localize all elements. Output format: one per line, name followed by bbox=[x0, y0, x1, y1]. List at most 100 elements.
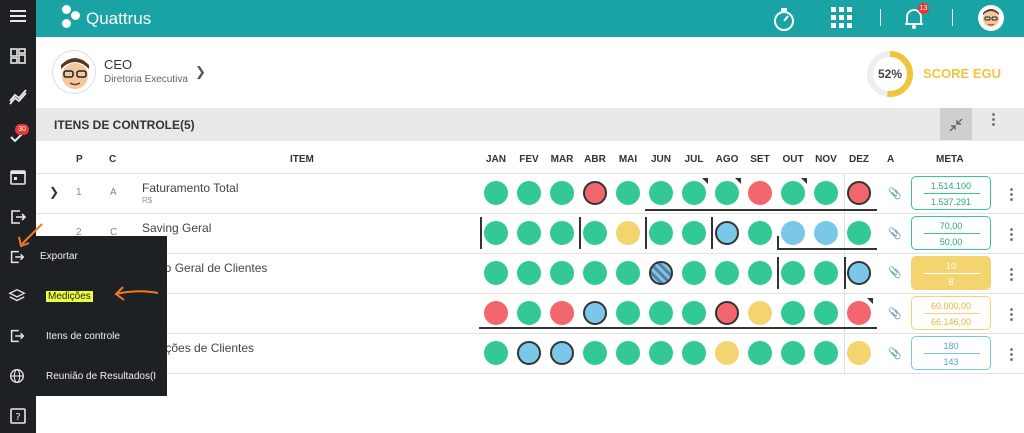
chevron-right-icon[interactable]: ❯ bbox=[195, 64, 206, 80]
row-more-icon[interactable]: ⋮ bbox=[1004, 187, 1019, 202]
status-dot[interactable] bbox=[484, 181, 508, 205]
status-dot[interactable] bbox=[682, 301, 706, 325]
status-dot[interactable] bbox=[814, 341, 838, 365]
row-divider bbox=[36, 293, 1024, 294]
row-more-icon[interactable]: ⋮ bbox=[1004, 307, 1019, 322]
item-name[interactable]: Faturamento Total bbox=[142, 181, 239, 195]
attachment-icon[interactable]: 📎 bbox=[888, 307, 902, 320]
status-dot[interactable] bbox=[748, 301, 772, 325]
status-dot[interactable] bbox=[715, 181, 739, 205]
collapse-button[interactable] bbox=[940, 108, 972, 140]
status-dot[interactable] bbox=[715, 261, 739, 285]
status-dot[interactable] bbox=[715, 301, 739, 325]
status-dot[interactable] bbox=[484, 301, 508, 325]
status-dot[interactable] bbox=[748, 221, 772, 245]
status-dot[interactable] bbox=[550, 221, 574, 245]
status-dot[interactable] bbox=[748, 181, 772, 205]
status-dot[interactable] bbox=[748, 261, 772, 285]
app: 30 ? Quattrus 13 CEO Diretoria Executiva… bbox=[0, 0, 1024, 433]
meta-box[interactable]: 60.000,00 66.146,00 bbox=[911, 296, 991, 330]
status-dot[interactable] bbox=[649, 301, 673, 325]
status-dot[interactable] bbox=[781, 261, 805, 285]
row-more-icon[interactable]: ⋮ bbox=[1004, 347, 1019, 362]
status-dot[interactable] bbox=[484, 221, 508, 245]
status-dot[interactable] bbox=[583, 301, 607, 325]
status-dot[interactable] bbox=[748, 341, 772, 365]
status-dot[interactable] bbox=[583, 181, 607, 205]
status-dot[interactable] bbox=[814, 261, 838, 285]
menu-item-reuniao-de-resultados[interactable]: Reunião de Resultados(I bbox=[46, 371, 156, 382]
attachment-icon[interactable]: 📎 bbox=[888, 227, 902, 240]
item-name[interactable]: Saving Geral bbox=[142, 221, 211, 235]
status-dot[interactable] bbox=[517, 181, 541, 205]
attachment-icon[interactable]: 📎 bbox=[888, 187, 902, 200]
status-dot[interactable] bbox=[550, 301, 574, 325]
help-icon[interactable]: ? bbox=[8, 406, 28, 426]
chevron-right-icon[interactable]: ❯ bbox=[49, 185, 59, 199]
status-dot[interactable] bbox=[649, 181, 673, 205]
status-dot[interactable] bbox=[814, 301, 838, 325]
logo-icon bbox=[60, 5, 82, 31]
status-dot[interactable] bbox=[781, 301, 805, 325]
header-nov: NOV bbox=[815, 154, 837, 165]
status-dot[interactable] bbox=[484, 341, 508, 365]
status-dot[interactable] bbox=[847, 221, 871, 245]
row-more-icon[interactable]: ⋮ bbox=[1004, 267, 1019, 282]
status-dot[interactable] bbox=[517, 261, 541, 285]
menu-item-itens-de-controle[interactable]: Itens de controle bbox=[46, 331, 120, 342]
status-dot[interactable] bbox=[616, 181, 640, 205]
menu-icon[interactable] bbox=[8, 6, 28, 26]
row-divider bbox=[36, 253, 1024, 254]
status-dot[interactable] bbox=[682, 221, 706, 245]
status-dot[interactable] bbox=[682, 341, 706, 365]
menu-item-exportar[interactable]: Exportar bbox=[40, 251, 78, 262]
dashboard-icon[interactable] bbox=[8, 46, 28, 66]
user-avatar[interactable] bbox=[978, 5, 1004, 31]
status-dot[interactable] bbox=[517, 301, 541, 325]
meta-box[interactable]: 10 8 bbox=[911, 256, 991, 290]
status-dot[interactable] bbox=[484, 261, 508, 285]
status-dot[interactable] bbox=[814, 221, 838, 245]
status-dot[interactable] bbox=[616, 261, 640, 285]
status-dot[interactable] bbox=[682, 181, 706, 205]
status-dot[interactable] bbox=[847, 341, 871, 365]
meta-box[interactable]: 180 143 bbox=[911, 336, 991, 370]
status-dot[interactable] bbox=[517, 341, 541, 365]
status-dot[interactable] bbox=[616, 301, 640, 325]
header-jun: JUN bbox=[650, 154, 671, 165]
status-dot[interactable] bbox=[781, 181, 805, 205]
status-dot[interactable] bbox=[616, 341, 640, 365]
calendar-icon[interactable] bbox=[8, 167, 28, 187]
apps-grid-icon[interactable] bbox=[830, 6, 854, 30]
status-dot[interactable] bbox=[649, 341, 673, 365]
status-dot[interactable] bbox=[715, 341, 739, 365]
status-dot[interactable] bbox=[814, 181, 838, 205]
status-dot[interactable] bbox=[550, 181, 574, 205]
attachment-icon[interactable]: 📎 bbox=[888, 347, 902, 360]
status-dot[interactable] bbox=[682, 261, 706, 285]
period-bar bbox=[579, 217, 581, 249]
status-dot[interactable] bbox=[649, 261, 673, 285]
meta-box[interactable]: 1.514.100 1.537.291 bbox=[911, 176, 991, 210]
meta-box[interactable]: 70,00 50,00 bbox=[911, 216, 991, 250]
status-dot[interactable] bbox=[781, 221, 805, 245]
status-dot[interactable] bbox=[517, 221, 541, 245]
status-dot[interactable] bbox=[649, 221, 673, 245]
trend-icon[interactable] bbox=[8, 86, 28, 106]
status-dot[interactable] bbox=[847, 181, 871, 205]
status-dot[interactable] bbox=[616, 221, 640, 245]
status-dot[interactable] bbox=[715, 221, 739, 245]
status-dot[interactable] bbox=[847, 261, 871, 285]
status-dot[interactable] bbox=[583, 221, 607, 245]
status-dot[interactable] bbox=[847, 301, 871, 325]
section-more-icon[interactable]: ⋮ bbox=[986, 112, 1001, 127]
status-dot[interactable] bbox=[550, 261, 574, 285]
row-more-icon[interactable]: ⋮ bbox=[1004, 227, 1019, 242]
status-dot[interactable] bbox=[550, 341, 574, 365]
status-dot[interactable] bbox=[583, 341, 607, 365]
stopwatch-icon[interactable] bbox=[772, 6, 796, 32]
status-dot[interactable] bbox=[781, 341, 805, 365]
status-dot[interactable] bbox=[583, 261, 607, 285]
menu-item-medicoes[interactable]: Medições bbox=[46, 291, 93, 302]
attachment-icon[interactable]: 📎 bbox=[888, 266, 902, 279]
